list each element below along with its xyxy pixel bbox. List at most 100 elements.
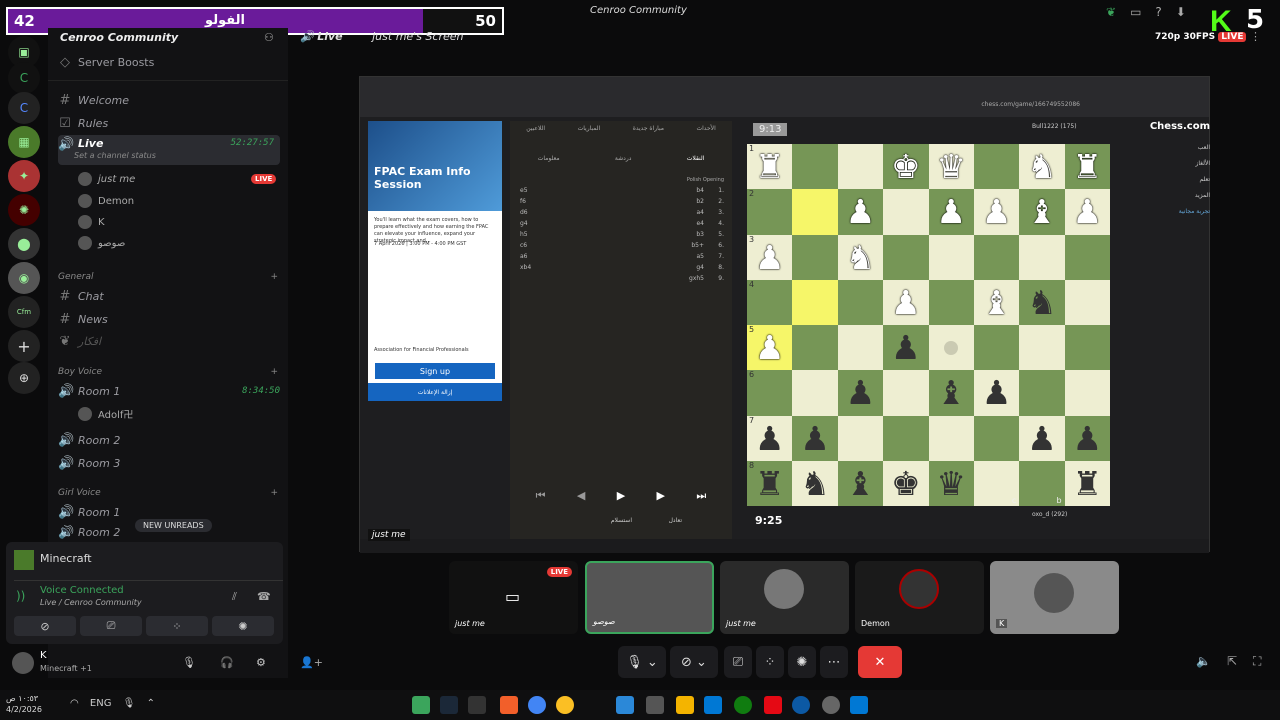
board-square[interactable] xyxy=(1064,279,1110,325)
voice-status[interactable]: Voice Connected xyxy=(40,585,124,596)
app-icon[interactable] xyxy=(556,696,574,714)
brave-icon[interactable] xyxy=(500,696,518,714)
add-channel-icon[interactable]: + xyxy=(270,488,278,498)
black-move[interactable]: g4 xyxy=(520,220,612,231)
channel-room2[interactable]: 🔊 Room 2 xyxy=(58,430,280,450)
camera-button[interactable]: ⊘ ⌄ xyxy=(670,646,718,678)
board-square[interactable]: ♟ xyxy=(973,189,1020,235)
mic-icon[interactable]: 🎙 xyxy=(182,656,196,669)
board-square[interactable] xyxy=(837,415,884,461)
player-name[interactable]: oxo_d (292) xyxy=(1032,511,1067,518)
board-square[interactable]: ♟ xyxy=(837,189,884,235)
white-bishop-piece[interactable]: ♝ xyxy=(1027,195,1057,228)
add-people-icon[interactable]: 👤+ xyxy=(300,656,323,669)
participant-tile[interactable]: K xyxy=(990,561,1119,634)
board-square[interactable]: ♝ xyxy=(928,370,974,416)
white-rook-piece[interactable]: ♜ xyxy=(755,150,785,183)
black-pawn-piece[interactable]: ♟ xyxy=(755,422,785,455)
soundboard-button[interactable]: ✺ xyxy=(788,646,816,678)
board-square[interactable] xyxy=(928,279,974,325)
participant-tile[interactable]: ▭ LIVE just me xyxy=(449,561,578,634)
minecraft-taskbar-icon[interactable] xyxy=(412,696,430,714)
board-square[interactable] xyxy=(928,325,974,371)
next-move-icon[interactable]: ▶ xyxy=(657,489,665,503)
black-move[interactable]: c6 xyxy=(520,242,612,253)
channel-live[interactable]: 🔊 Live 52:27:57 Set a channel status xyxy=(58,135,280,165)
board-square[interactable]: ♞ xyxy=(837,234,884,280)
invite-icon[interactable]: ⚇ xyxy=(264,31,274,44)
server-icon-916[interactable]: ◉ xyxy=(8,262,40,294)
move-row[interactable]: d6 a4 3. xyxy=(520,209,724,220)
board-square[interactable] xyxy=(1064,370,1110,416)
screen-share-button[interactable]: ⎚ xyxy=(724,646,752,678)
board-square[interactable]: ♟ xyxy=(973,370,1020,416)
fullscreen-icon[interactable]: ⛶ xyxy=(1253,654,1261,669)
stream-channel[interactable]: Live xyxy=(317,30,342,43)
black-pawn-piece[interactable]: ♟ xyxy=(1073,422,1103,455)
move-row[interactable]: c6 b5+ 6. xyxy=(520,242,724,253)
board-square[interactable]: ♟ xyxy=(883,325,929,371)
white-pawn-piece[interactable]: ♟ xyxy=(891,286,921,319)
noise-suppression-icon[interactable]: ⫽ xyxy=(232,590,237,604)
steam-icon[interactable] xyxy=(440,696,458,714)
black-pawn-piece[interactable]: ♟ xyxy=(846,376,876,409)
board-square[interactable] xyxy=(928,234,974,280)
white-move[interactable]: a5 xyxy=(612,253,705,264)
board-square[interactable]: 8 ♜ xyxy=(747,460,793,506)
channel-room1[interactable]: 🔊 Room 1 8:34:50 xyxy=(58,381,280,401)
last-move-icon[interactable]: ⏭ xyxy=(696,489,706,503)
board-square[interactable] xyxy=(883,234,929,280)
board-square[interactable]: ♟ xyxy=(792,415,838,461)
server-icon-c[interactable]: C xyxy=(8,62,40,94)
obs-icon[interactable] xyxy=(468,696,486,714)
store-icon[interactable] xyxy=(704,696,722,714)
black-king-piece[interactable]: ♚ xyxy=(891,467,921,500)
discover-icon[interactable]: ⊕ xyxy=(8,362,40,394)
nitro-icon[interactable]: ❦ xyxy=(1106,5,1116,19)
black-queen-piece[interactable]: ♛ xyxy=(936,467,966,500)
server-icon-minecraft[interactable]: ▦ xyxy=(8,126,40,158)
mic-tray-icon[interactable]: 🎙 xyxy=(123,698,136,709)
move-row[interactable]: g4 e4 4. xyxy=(520,220,724,231)
white-king-piece[interactable]: ♚ xyxy=(891,150,921,183)
tray-chevron-icon[interactable]: ⌃ xyxy=(147,698,155,709)
members-icon[interactable]: ⋮ xyxy=(1250,30,1261,43)
chess-board[interactable]: 1 ♜ ♚ ♛ ♞ ♜ 2 ♟ ♟ ♟ ♝ ♟ 3 ♟ ♞ 4 ♟ ♝ ♞ 5 ♟ ♟ 6 ♟ ♝ ♟ 7 ♟ ♟ ♟ ♟ 8 ♜ ♞ ♝ ♚ ♛ c b ♜ xyxy=(747,144,1110,506)
tab-new-game[interactable]: مباراة جديدة xyxy=(633,125,664,132)
user-name[interactable]: K xyxy=(40,650,47,661)
board-square[interactable]: ♟ xyxy=(1019,415,1065,461)
wifi-icon[interactable]: ◠ xyxy=(70,698,79,709)
channel-welcome[interactable]: # Welcome xyxy=(58,90,280,110)
activities-button[interactable]: ⁘ xyxy=(756,646,784,678)
white-move[interactable]: a4 xyxy=(612,209,705,220)
server-icon-red[interactable]: ✦ xyxy=(8,160,40,192)
white-pawn-piece[interactable]: ♟ xyxy=(982,195,1012,228)
resign-button[interactable]: استسلام xyxy=(611,517,632,524)
category-general[interactable]: General + xyxy=(58,272,278,282)
black-knight-piece[interactable]: ♞ xyxy=(1027,286,1057,319)
white-move[interactable]: gxh5 xyxy=(612,275,704,286)
notepad-icon[interactable] xyxy=(646,696,664,714)
board-square[interactable] xyxy=(1064,234,1110,280)
white-pawn-piece[interactable]: ♟ xyxy=(936,195,966,228)
board-square[interactable] xyxy=(1064,325,1110,371)
board-square[interactable] xyxy=(792,325,838,371)
screen-share-button[interactable]: ⎚ xyxy=(80,616,142,636)
board-square[interactable] xyxy=(792,370,838,416)
xbox-icon[interactable] xyxy=(734,696,752,714)
black-bishop-piece[interactable]: ♝ xyxy=(936,376,966,409)
screen-share-view[interactable]: chess.com/game/166749552086 FPAC Exam In… xyxy=(359,76,1210,553)
black-move[interactable] xyxy=(520,275,612,286)
board-square[interactable]: ♚ xyxy=(883,460,929,506)
move-row[interactable]: h5 b3 5. xyxy=(520,231,724,242)
move-row[interactable]: xb4 g4 8. xyxy=(520,264,724,275)
board-square[interactable]: ♞ xyxy=(1019,144,1065,190)
board-square[interactable]: ♛ xyxy=(928,144,974,190)
photos-icon[interactable] xyxy=(616,696,634,714)
menu-more[interactable]: المزيد xyxy=(1140,188,1210,204)
black-move[interactable]: h5 xyxy=(520,231,612,242)
white-move[interactable]: b5+ xyxy=(612,242,704,253)
file-explorer-icon[interactable] xyxy=(676,696,694,714)
menu-puzzles[interactable]: الألغاز xyxy=(1140,156,1210,172)
channel-afkar[interactable]: ❦ افكار xyxy=(58,331,280,351)
